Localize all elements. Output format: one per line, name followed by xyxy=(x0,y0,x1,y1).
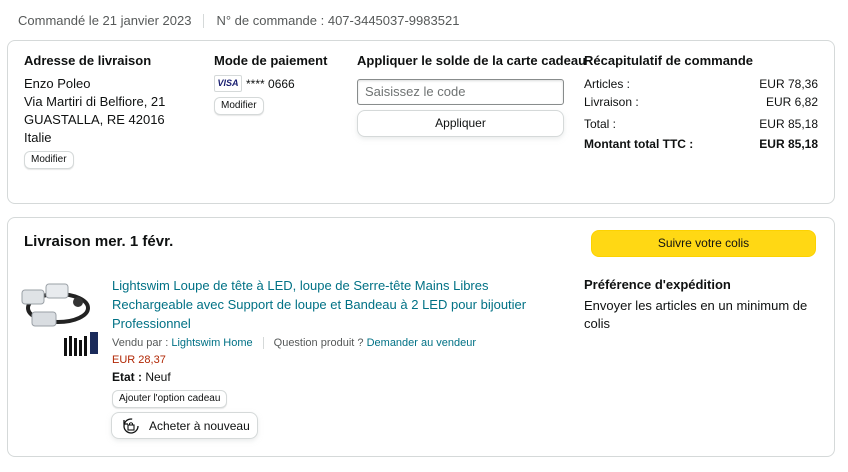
payment-section: Mode de paiement VISA **** 0666 Modifier xyxy=(214,53,344,115)
address-line: GUASTALLA, RE 42016 xyxy=(24,112,165,127)
sold-by-label: Vendu par : xyxy=(112,337,172,349)
condition-label: Etat : xyxy=(112,370,142,384)
edit-address-button[interactable]: Modifier xyxy=(24,151,74,169)
summary-value: EUR 85,18 xyxy=(759,137,818,151)
summary-label: Articles : xyxy=(584,77,631,91)
seller-link[interactable]: Lightswim Home xyxy=(171,337,252,349)
headband-magnifier-image xyxy=(21,283,98,356)
gift-card-input[interactable]: Saisissez le code xyxy=(357,79,564,105)
visa-card-icon: VISA xyxy=(214,75,242,92)
shipping-address-heading: Adresse de livraison xyxy=(24,53,152,68)
condition-value: Neuf xyxy=(145,370,171,384)
gift-card-section: Appliquer le solde de la carte cadeau Sa… xyxy=(357,53,587,137)
shipping-preference-line: Envoyer les articles en un minimum de xyxy=(584,298,808,313)
summary-row-items: Articles : EUR 78,36 xyxy=(584,75,818,93)
summary-value: EUR 6,82 xyxy=(765,95,818,109)
summary-label: Montant total TTC : xyxy=(584,137,694,151)
product-image[interactable] xyxy=(18,278,102,360)
order-summary-section: Récapitulatif de commande Articles : EUR… xyxy=(584,53,824,153)
divider xyxy=(203,13,205,28)
delivery-heading: Livraison mer. 1 févr. xyxy=(24,233,174,250)
question-label: Question produit ? xyxy=(273,337,367,349)
item-price: EUR 28,37 xyxy=(112,354,166,366)
summary-label: Total : xyxy=(584,117,617,131)
summary-row-total: Total : EUR 85,18 xyxy=(584,115,818,133)
divider xyxy=(262,337,264,349)
summary-row-shipping: Livraison : EUR 6,82 xyxy=(584,93,818,111)
track-package-button[interactable]: Suivre votre colis xyxy=(591,230,816,257)
product-title-line: Lightswim Loupe de tête à LED, loupe de … xyxy=(112,278,489,293)
order-summary-heading: Récapitulatif de commande xyxy=(584,53,754,68)
summary-value: EUR 85,18 xyxy=(759,117,818,131)
card-number: **** 0666 xyxy=(246,76,295,91)
product-info: Lightswim Loupe de tête à LED, loupe de … xyxy=(112,276,572,408)
address-line: Enzo Poleo xyxy=(24,76,91,91)
payment-heading: Mode de paiement xyxy=(214,53,328,68)
edit-payment-button[interactable]: Modifier xyxy=(214,97,264,115)
product-title-line: Professionnel xyxy=(112,316,191,331)
buy-again-label: Acheter à nouveau xyxy=(149,418,250,433)
summary-row-grand-total: Montant total TTC : EUR 85,18 xyxy=(584,135,818,153)
item-condition: Etat : Neuf xyxy=(112,369,572,385)
order-date: Commandé le 21 janvier 2023 xyxy=(18,13,192,28)
product-title-link[interactable]: Lightswim Loupe de tête à LED, loupe de … xyxy=(112,276,572,333)
summary-label: Livraison : xyxy=(584,95,639,109)
seller-info: Vendu par : Lightswim Home Question prod… xyxy=(112,337,572,349)
product-title-line: Rechargeable avec Support de loupe et Ba… xyxy=(112,297,527,312)
address-line: Italie xyxy=(24,130,52,145)
summary-value: EUR 78,36 xyxy=(759,77,818,91)
address-line: Via Martiri di Belfiore, 21 xyxy=(24,94,166,109)
buy-again-button[interactable]: Acheter à nouveau xyxy=(111,412,258,439)
gift-card-heading: Appliquer le solde de la carte cadeau xyxy=(357,53,587,68)
order-number: N° de commande : 407-3445037-9983521 xyxy=(216,13,460,28)
add-gift-option-button[interactable]: Ajouter l'option cadeau xyxy=(112,390,228,408)
shipping-preference-section: Préférence d'expédition Envoyer les arti… xyxy=(584,276,824,333)
shipping-preference-heading: Préférence d'expédition xyxy=(584,277,731,292)
shipping-address-section: Adresse de livraison Enzo Poleo Via Mart… xyxy=(24,53,204,169)
apply-gift-card-button[interactable]: Appliquer xyxy=(357,110,564,137)
ask-seller-link[interactable]: Demander au vendeur xyxy=(367,337,476,349)
order-info-bar: Commandé le 21 janvier 2023 N° de comman… xyxy=(18,13,459,28)
reorder-icon xyxy=(123,417,139,434)
shipping-preference-line: colis xyxy=(584,316,611,331)
payment-card: VISA **** 0666 xyxy=(214,75,344,92)
